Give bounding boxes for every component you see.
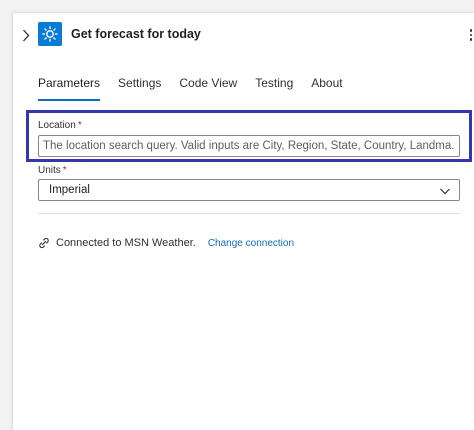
collapse-button[interactable] (19, 27, 33, 43)
panel-header: Get forecast for today (13, 13, 474, 59)
more-vertical-icon (469, 29, 473, 41)
weather-app-icon (38, 22, 62, 46)
change-connection-link[interactable]: Change connection (208, 238, 294, 249)
units-dropdown[interactable]: Imperial (38, 179, 460, 201)
section-divider (38, 213, 460, 214)
chevron-down-icon (440, 188, 450, 195)
tab-list: Parameters Settings Code View Testing Ab… (38, 77, 361, 107)
tab-about[interactable]: About (311, 77, 350, 107)
action-details-panel: Get forecast for today Parameters Settin… (12, 12, 474, 430)
tab-parameters[interactable]: Parameters (38, 77, 108, 107)
units-label-text: Units (38, 165, 61, 176)
location-input[interactable] (38, 135, 460, 157)
chevron-right-icon (23, 29, 30, 41)
more-options-button[interactable] (467, 25, 474, 45)
connection-link-icon (38, 237, 50, 249)
tab-testing[interactable]: Testing (255, 77, 301, 107)
tab-code-view[interactable]: Code View (179, 77, 245, 107)
sun-icon (42, 26, 58, 42)
connection-text: Connected to MSN Weather. (56, 237, 196, 249)
connection-status: Connected to MSN Weather. Change connect… (38, 235, 294, 251)
screenshot-stage: Get forecast for today Parameters Settin… (0, 0, 474, 430)
location-label-text: Location (38, 120, 76, 131)
location-label: Location * (38, 120, 82, 131)
tab-settings[interactable]: Settings (118, 77, 169, 107)
units-label: Units * (38, 165, 67, 176)
required-mark: * (77, 120, 82, 131)
units-selected-value: Imperial (49, 184, 90, 196)
required-mark: * (62, 165, 67, 176)
action-title[interactable]: Get forecast for today (71, 27, 201, 41)
